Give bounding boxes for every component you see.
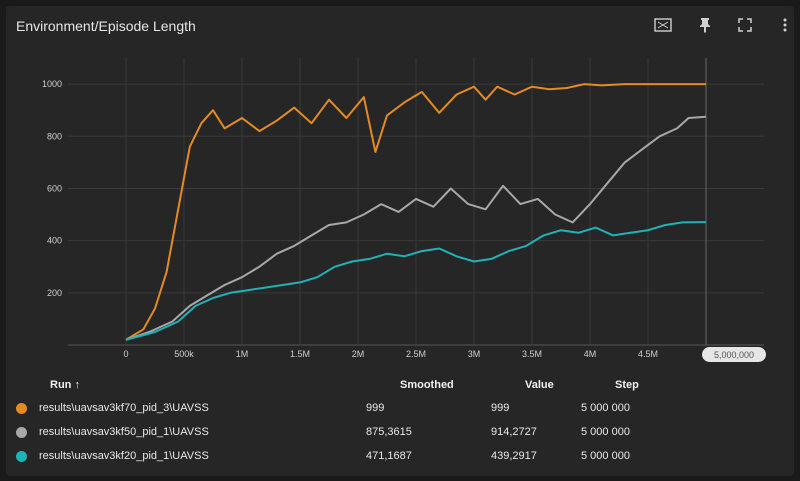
header-smoothed[interactable]: Smoothed <box>400 379 525 391</box>
raw-value: 999 <box>491 402 510 414</box>
x-tick-label: 4.5M <box>638 349 658 359</box>
legend-header: Run ↑ Smoothed Value Step <box>16 374 776 396</box>
y-tick-label: 600 <box>47 183 62 193</box>
series-color-dot[interactable] <box>16 402 27 414</box>
step-value: 5 000 000 <box>581 450 630 462</box>
y-tick-label: 1000 <box>42 79 62 89</box>
step-value: 5 000 000 <box>581 402 630 414</box>
raw-value: 914,2727 <box>491 426 537 438</box>
x-tick-label: 500k <box>174 349 194 359</box>
x-tick-label: 0 <box>123 349 128 359</box>
run-name: results\uavsav3kf50_pid_1\UAVSS <box>39 426 209 438</box>
legend-row[interactable]: results\uavsav3kf50_pid_1\UAVSS 875,3615… <box>16 420 776 444</box>
series-color-dot[interactable] <box>16 426 27 438</box>
smoothed-value: 999 <box>366 402 385 414</box>
y-tick-label: 200 <box>47 288 62 298</box>
series-color-dot[interactable] <box>16 450 27 462</box>
y-tick-label: 800 <box>47 131 62 141</box>
y-tick-label: 400 <box>47 236 62 246</box>
smoothed-value: 875,3615 <box>366 426 412 438</box>
step-range-pill[interactable]: 5,000,000 <box>702 347 766 362</box>
raw-value: 439,2917 <box>491 450 537 462</box>
header-step[interactable]: Step <box>615 379 735 391</box>
legend-row[interactable]: results\uavsav3kf20_pid_1\UAVSS 471,1687… <box>16 444 776 468</box>
header-run[interactable]: Run ↑ <box>16 379 400 391</box>
run-name: results\uavsav3kf20_pid_1\UAVSS <box>39 450 209 462</box>
x-tick-label: 3M <box>468 349 481 359</box>
x-tick-label: 1M <box>236 349 249 359</box>
legend-row[interactable]: results\uavsav3kf70_pid_3\UAVSS 999 999 … <box>16 396 776 420</box>
header-value[interactable]: Value <box>525 379 615 391</box>
x-tick-label: 2.5M <box>406 349 426 359</box>
x-tick-label: 2M <box>352 349 365 359</box>
x-tick-label: 1.5M <box>290 349 310 359</box>
x-tick-label: 3.5M <box>522 349 542 359</box>
step-value: 5 000 000 <box>581 426 630 438</box>
legend-table: Run ↑ Smoothed Value Step results\uavsav… <box>16 374 776 468</box>
run-name: results\uavsav3kf70_pid_3\UAVSS <box>39 402 209 414</box>
x-tick-label: 4M <box>584 349 597 359</box>
smoothed-value: 471,1687 <box>366 450 412 462</box>
